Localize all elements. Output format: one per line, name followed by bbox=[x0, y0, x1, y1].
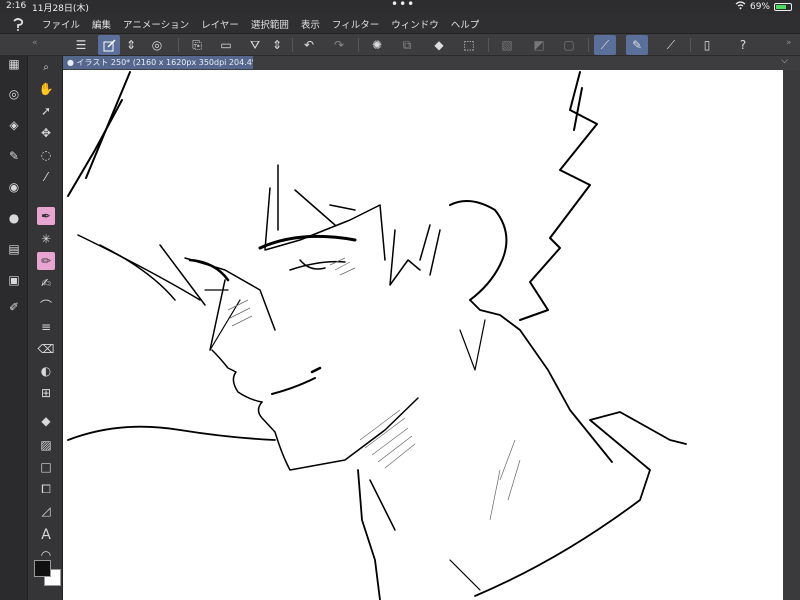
toolbar-divider bbox=[178, 38, 179, 52]
grid-tool-icon[interactable]: ⊞ bbox=[37, 384, 55, 402]
text-tool-icon[interactable]: A bbox=[37, 526, 55, 544]
new-file-icon[interactable]: ⎘ bbox=[186, 35, 208, 55]
airbrush-tool-icon[interactable]: ✍ bbox=[37, 274, 55, 292]
menu-filter[interactable]: フィルター bbox=[326, 17, 385, 31]
sub-tool-panel-icon[interactable]: ◎ bbox=[6, 86, 22, 102]
wifi-icon bbox=[735, 1, 746, 13]
drawing-canvas[interactable] bbox=[63, 70, 783, 600]
operation-tool-icon[interactable]: ➚ bbox=[37, 102, 55, 120]
menu-help[interactable]: ヘルプ bbox=[445, 17, 486, 31]
tab-chevron-down-icon[interactable]: ⌵ bbox=[781, 56, 788, 66]
foreground-color-swatch[interactable] bbox=[34, 560, 51, 577]
menu-view[interactable]: 表示 bbox=[295, 17, 326, 31]
toolbar-divider bbox=[588, 38, 589, 52]
ruler-tool-icon[interactable]: ◿ bbox=[37, 502, 55, 520]
clear-icon[interactable]: ▧ bbox=[496, 35, 518, 55]
blend-tool-icon[interactable]: ◐ bbox=[37, 362, 55, 380]
deselect-icon[interactable]: ▢ bbox=[558, 35, 580, 55]
toolbar-divider bbox=[358, 38, 359, 52]
multitask-dots-icon[interactable]: ••• bbox=[391, 0, 415, 11]
undo-icon[interactable]: ↶ bbox=[298, 35, 320, 55]
toolbar-chevron-right-icon[interactable]: » bbox=[786, 38, 792, 48]
app-logo-icon[interactable] bbox=[0, 14, 36, 34]
layer-property-icon[interactable]: ▤ bbox=[6, 241, 22, 257]
color-set-icon[interactable]: ● bbox=[6, 210, 22, 226]
material-panel-icon[interactable]: ▣ bbox=[6, 272, 22, 288]
menu-edit[interactable]: 編集 bbox=[86, 17, 117, 31]
menu-animation[interactable]: アニメーション bbox=[117, 17, 195, 31]
ios-status-bar: 2:16 11月28日(木) ••• 69% bbox=[0, 0, 800, 14]
battery-percent: 69% bbox=[749, 2, 770, 12]
edit-mode-icon[interactable] bbox=[98, 35, 120, 55]
toolbar-chevron-left-icon[interactable]: « bbox=[32, 38, 38, 48]
sparkle-tool-icon[interactable]: ✳ bbox=[37, 230, 55, 248]
spiral-icon[interactable]: ◎ bbox=[146, 35, 168, 55]
save-icon[interactable]: ⛛ bbox=[244, 35, 266, 55]
pen-tool-icon[interactable]: ✒ bbox=[37, 207, 55, 225]
eraser-tool-icon[interactable]: ⌫ bbox=[37, 340, 55, 358]
sketch-artwork bbox=[67, 71, 687, 600]
toolbar-divider bbox=[690, 38, 691, 52]
toolbar-divider bbox=[292, 38, 293, 52]
menu-layer[interactable]: レイヤー bbox=[195, 17, 245, 31]
canvas-tab[interactable]: ● イラスト 250* (2160 x 1620px 350dpi 204.4%… bbox=[63, 56, 253, 69]
fill-tool-icon[interactable]: ◆ bbox=[37, 412, 55, 430]
close-tab-icon[interactable]: ● bbox=[67, 58, 74, 67]
menu-bar: ファイル 編集 アニメーション レイヤー 選択範囲 表示 フィルター ウィンドウ… bbox=[0, 14, 800, 34]
canvas-tab-label: イラスト 250* (2160 x 1620px 350dpi 204.4%) bbox=[76, 58, 253, 67]
hand-tool-icon[interactable]: ✋ bbox=[37, 80, 55, 98]
zoom-tool-icon[interactable]: ⌕ bbox=[37, 58, 55, 76]
pencil-tool-icon[interactable]: ✏ bbox=[37, 252, 55, 270]
snap-edit-icon[interactable]: ⟋ bbox=[660, 35, 682, 55]
mode-updown-icon[interactable]: ⇕ bbox=[124, 35, 138, 55]
brush-tool-icon[interactable]: ⌒ bbox=[37, 296, 55, 314]
save-options-updown-icon[interactable]: ⇕ bbox=[270, 35, 284, 55]
canvas-scroll-area[interactable] bbox=[783, 70, 800, 600]
redo-icon[interactable]: ↷ bbox=[328, 35, 350, 55]
eyedropper-tool-icon[interactable]: ⁄ bbox=[37, 168, 55, 186]
copy-layer-icon[interactable]: ⧉ bbox=[396, 35, 418, 55]
menu-window[interactable]: ウィンドウ bbox=[385, 17, 445, 31]
menu-selection[interactable]: 選択範囲 bbox=[245, 17, 295, 31]
move-layer-tool-icon[interactable]: ✥ bbox=[37, 124, 55, 142]
smartphone-icon[interactable]: ▯ bbox=[696, 35, 718, 55]
left-palette-dock: « ▦ ◎ ◈ ✎ ◉ ● ▤ ▣ ✐ bbox=[0, 34, 28, 600]
snap-ruler-icon[interactable]: ⟋ bbox=[594, 35, 616, 55]
snap-brush-icon[interactable]: ✎ bbox=[626, 35, 648, 55]
color-wheel-icon[interactable]: ◉ bbox=[6, 179, 22, 195]
decoration-tool-icon[interactable]: ≡ bbox=[37, 318, 55, 336]
fill-bucket-icon[interactable]: ◆ bbox=[428, 35, 450, 55]
gradient-tool-icon[interactable]: ▨ bbox=[37, 436, 55, 454]
menu-file[interactable]: ファイル bbox=[36, 17, 86, 31]
tool-palette: ⌕ ✋ ➚ ✥ ◌ ⁄ ✒ ✳ ✏ ✍ ⌒ ≡ ⌫ ◐ ⊞ ◆ ▨ □ ⧠ ◿ … bbox=[29, 56, 63, 600]
battery-icon bbox=[774, 3, 792, 11]
fill-selection-icon[interactable]: ◩ bbox=[528, 35, 550, 55]
loading-spinner-icon[interactable]: ✺ bbox=[366, 35, 388, 55]
frame-tool-icon[interactable]: ⧠ bbox=[37, 480, 55, 498]
hamburger-menu-icon[interactable]: ☰ bbox=[70, 35, 92, 55]
tool-property-icon[interactable]: ✎ bbox=[6, 148, 22, 164]
brush-settings-icon[interactable]: ✐ bbox=[6, 299, 22, 315]
help-icon[interactable]: ? bbox=[732, 35, 754, 55]
status-date: 11月28日(木) bbox=[32, 4, 89, 14]
layer-panel-icon[interactable]: ◈ bbox=[6, 117, 22, 133]
navigator-panel-icon[interactable]: ▦ bbox=[6, 56, 22, 72]
status-time: 2:16 bbox=[6, 1, 27, 11]
lasso-tool-icon[interactable]: ◌ bbox=[37, 146, 55, 164]
toolbar-divider bbox=[488, 38, 489, 52]
figure-tool-icon[interactable]: □ bbox=[37, 458, 55, 476]
transform-icon[interactable]: ⬚ bbox=[458, 35, 480, 55]
command-bar: « ☰ ⇕ ◎ ⎘ ▭ ⛛ ⇕ ↶ ↷ ✺ ⧉ ◆ ⬚ ▧ ◩ ▢ ⟋ ✎ ⟋ … bbox=[0, 34, 800, 56]
open-folder-icon[interactable]: ▭ bbox=[215, 35, 237, 55]
